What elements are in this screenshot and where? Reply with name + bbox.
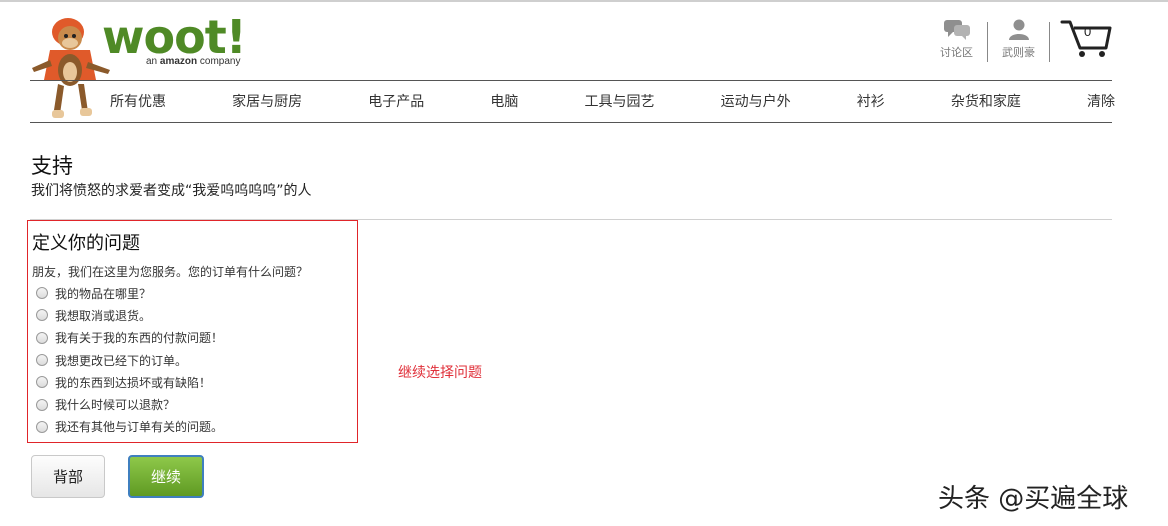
nav-item-computers[interactable]: 电脑 bbox=[490, 91, 518, 111]
forum-label: 讨论区 bbox=[940, 46, 973, 59]
category-nav: 所有优惠 家居与厨房 电子产品 电脑 工具与园艺 运动与户外 衬衫 杂货和家庭 … bbox=[110, 80, 1115, 122]
problem-form: 定义你的问题 朋友，我们在这里为您服务。您的订单有什么问题？ 我的物品在哪里？ … bbox=[27, 220, 358, 443]
radio-button[interactable] bbox=[36, 287, 48, 300]
monkey-mascot-icon bbox=[32, 18, 110, 118]
option-other-order-issue[interactable]: 我还有其他与订单有关的问题。 bbox=[36, 416, 223, 438]
option-damaged-item[interactable]: 我的东西到达损坏或有缺陷！ bbox=[36, 371, 223, 393]
problem-options: 我的物品在哪里？ 我想取消或退货。 我有关于我的东西的付款问题！ 我想更改已经下… bbox=[36, 282, 223, 438]
option-cancel-return[interactable]: 我想取消或退货。 bbox=[36, 304, 223, 326]
top-border bbox=[0, 0, 1168, 2]
nav-item-clearance[interactable]: 清除 bbox=[1087, 91, 1115, 111]
radio-button[interactable] bbox=[36, 420, 48, 433]
option-refund-timing[interactable]: 我什么时候可以退款？ bbox=[36, 393, 223, 415]
problem-title: 定义你的问题 bbox=[32, 233, 140, 254]
radio-button[interactable] bbox=[36, 398, 48, 411]
radio-button[interactable] bbox=[36, 331, 48, 344]
watermark-text: 头条 @买遍全球 bbox=[938, 484, 1129, 514]
user-label: 武则豪 bbox=[1002, 46, 1035, 59]
page-title: 支持 bbox=[31, 154, 73, 178]
user-icon bbox=[1008, 19, 1029, 40]
nav-item-electronics[interactable]: 电子产品 bbox=[368, 91, 424, 111]
annotation-note: 继续选择问题 bbox=[398, 365, 482, 381]
radio-button[interactable] bbox=[36, 354, 48, 367]
nav-item-sports-outdoors[interactable]: 运动与户外 bbox=[721, 91, 791, 111]
nav-bottom-border bbox=[30, 122, 1112, 123]
page-subtitle: 我们将愤怒的求爱者变成“我爱呜呜呜呜”的人 bbox=[31, 183, 312, 199]
forum-link[interactable]: 讨论区 bbox=[926, 18, 987, 60]
chat-bubbles-icon bbox=[943, 20, 970, 40]
nav-item-grocery-home[interactable]: 杂货和家庭 bbox=[951, 91, 1021, 111]
nav-item-shirts[interactable]: 衬衫 bbox=[857, 91, 885, 111]
option-where-is-item[interactable]: 我的物品在哪里？ bbox=[36, 282, 223, 304]
header-utilities: 讨论区 武则豪 0 bbox=[926, 18, 1112, 64]
nav-item-home-kitchen[interactable]: 家居与厨房 bbox=[232, 91, 302, 111]
radio-button[interactable] bbox=[36, 376, 48, 389]
cart-count: 0 bbox=[1084, 24, 1092, 39]
nav-item-all-deals[interactable]: 所有优惠 bbox=[110, 91, 166, 111]
logo-tagline: an amazon company bbox=[146, 56, 241, 67]
problem-question: 朋友，我们在这里为您服务。您的订单有什么问题？ bbox=[32, 265, 309, 279]
nav-item-tools-garden[interactable]: 工具与园艺 bbox=[585, 91, 655, 111]
radio-button[interactable] bbox=[36, 309, 48, 322]
back-button[interactable]: 背部 bbox=[31, 455, 105, 498]
account-link[interactable]: 武则豪 bbox=[988, 18, 1049, 60]
continue-button[interactable]: 继续 bbox=[128, 455, 204, 498]
option-change-order[interactable]: 我想更改已经下的订单。 bbox=[36, 349, 223, 371]
option-payment-issue[interactable]: 我有关于我的东西的付款问题！ bbox=[36, 327, 223, 349]
cart-button[interactable]: 0 bbox=[1050, 18, 1112, 62]
